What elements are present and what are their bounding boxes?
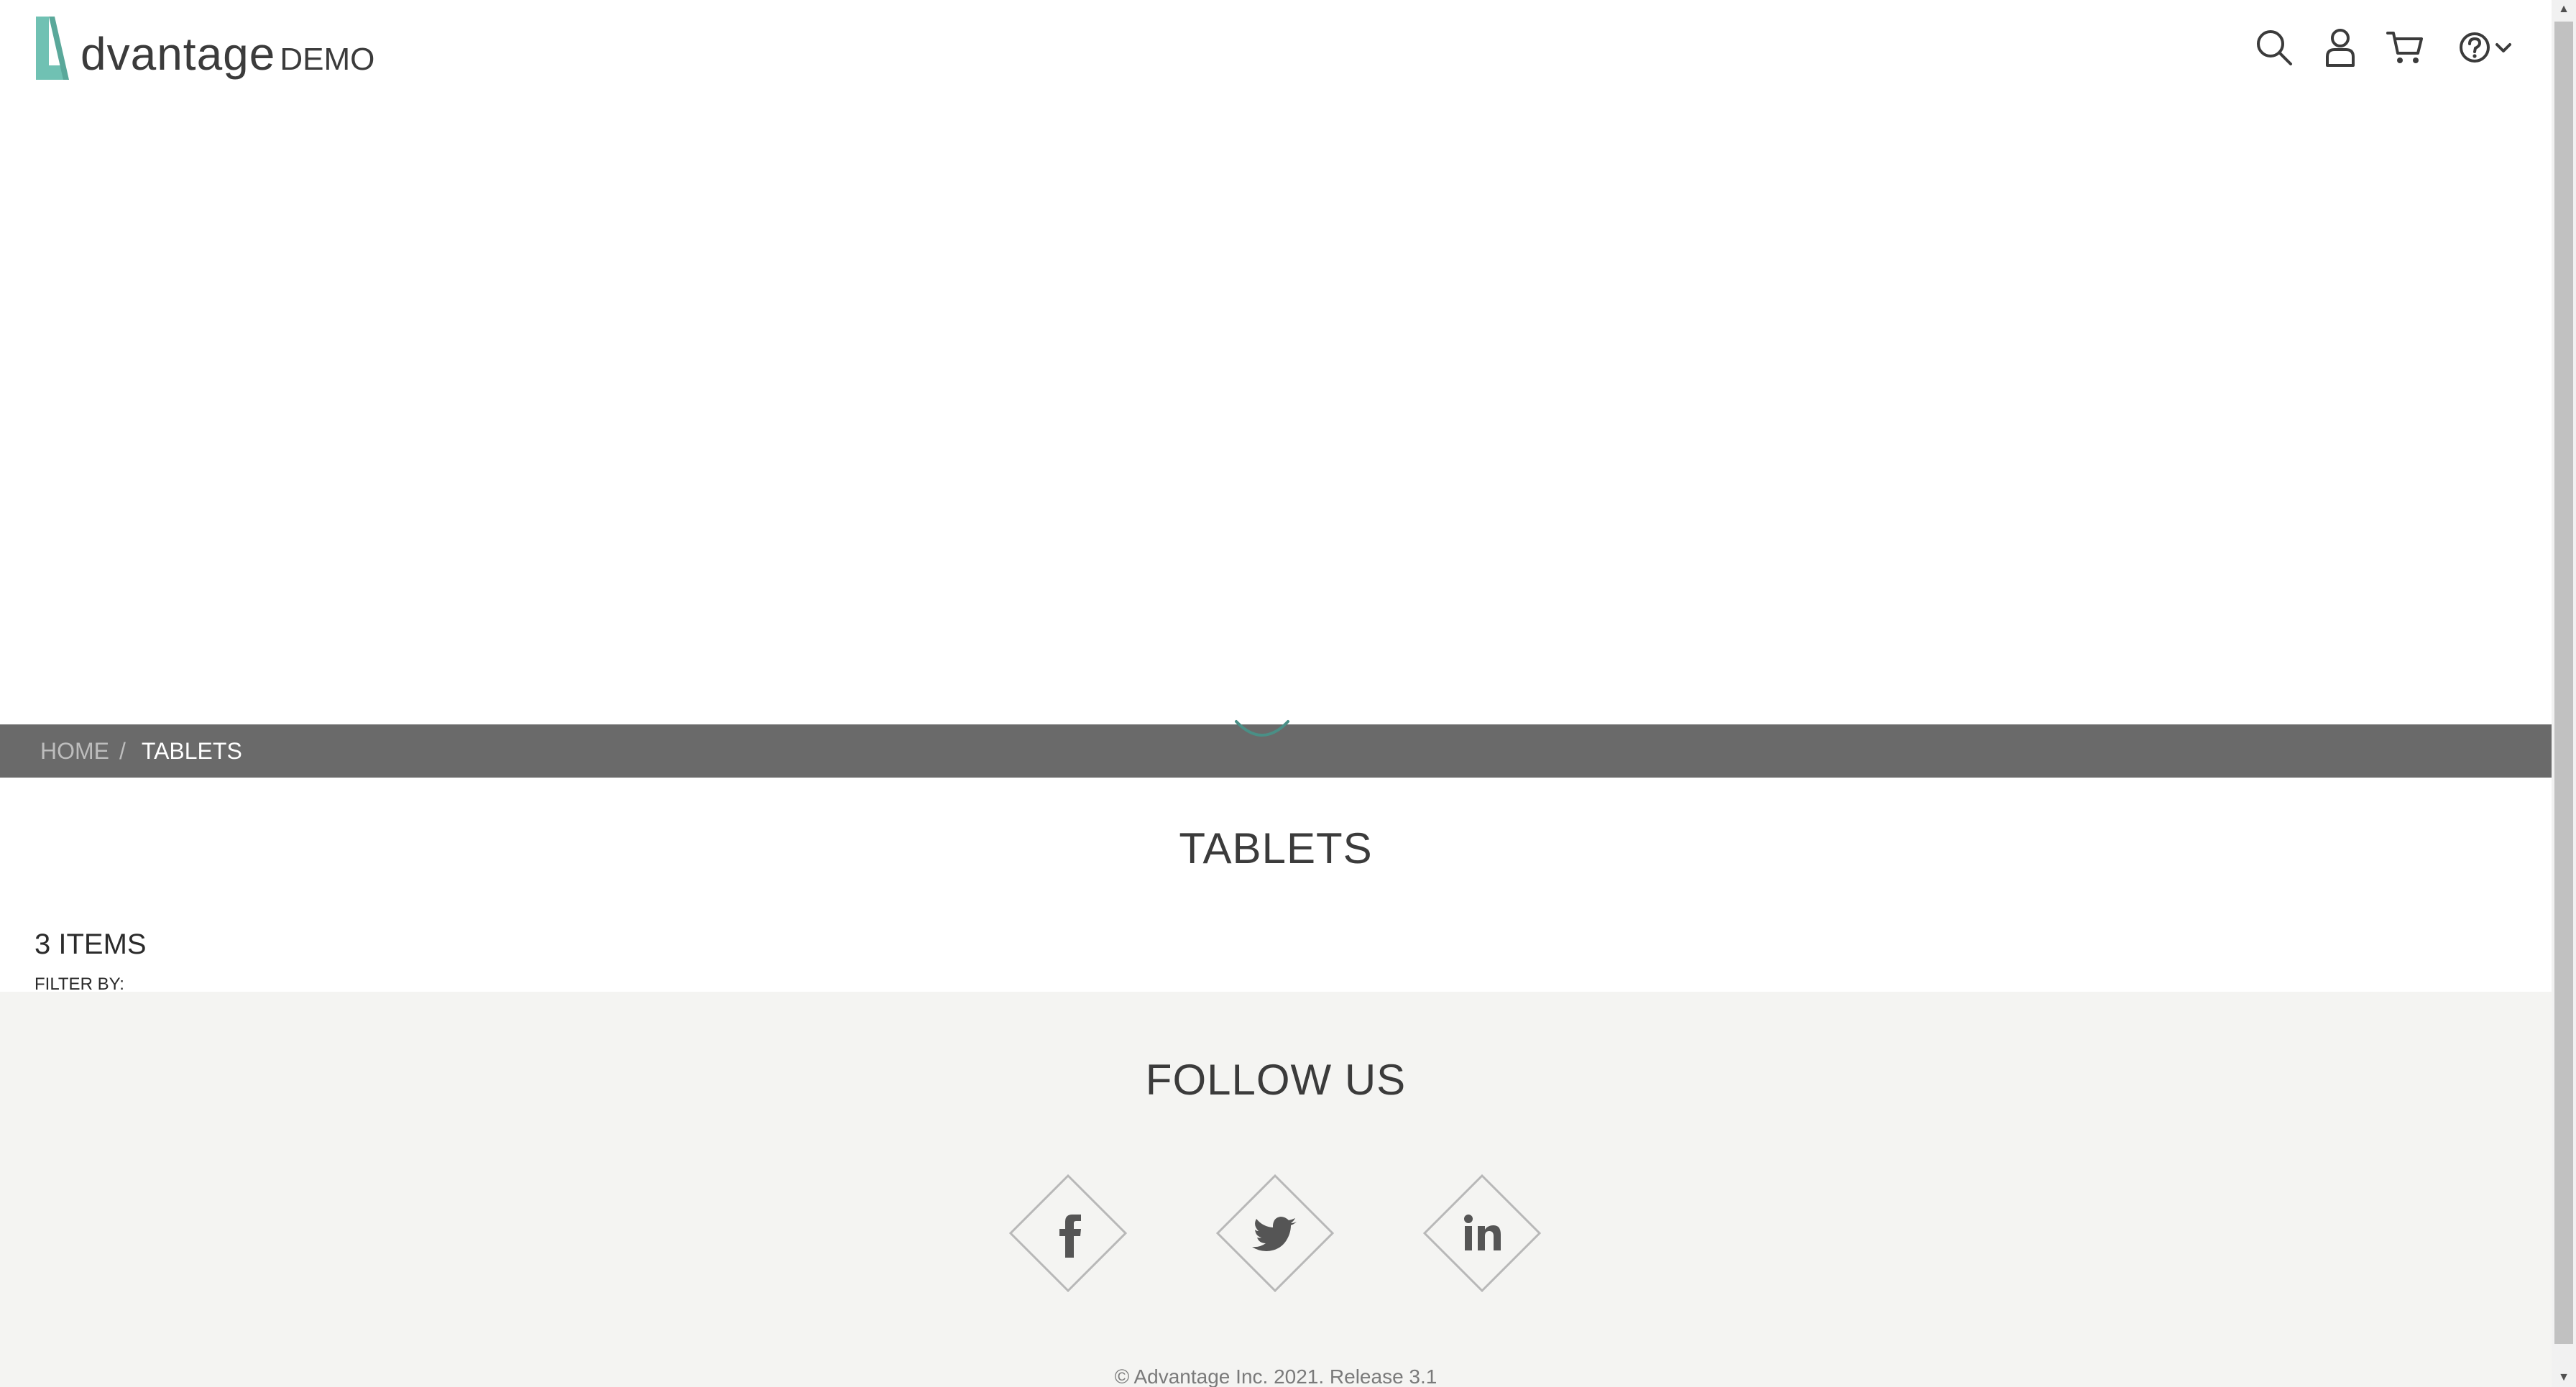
site-header: dvantage DEMO xyxy=(0,0,2552,93)
help-menu[interactable] xyxy=(2458,31,2513,64)
logo[interactable]: dvantage DEMO xyxy=(32,13,374,81)
breadcrumb: HOME / TABLETS xyxy=(40,724,242,778)
page: dvantage DEMO HOME / TABLETS TABLETS 3 I… xyxy=(0,0,2576,1387)
linkedin-link[interactable] xyxy=(1422,1174,1542,1293)
breadcrumb-current: TABLETS xyxy=(141,737,242,764)
help-icon xyxy=(2460,32,2490,63)
scroll-down-arrow-icon[interactable]: ▼ xyxy=(2552,1368,2576,1387)
header-nav xyxy=(2250,26,2513,69)
facebook-link[interactable] xyxy=(1008,1174,1128,1293)
logo-word: dvantage xyxy=(80,28,276,80)
breadcrumb-home-link[interactable]: HOME xyxy=(40,738,109,765)
cart-icon[interactable] xyxy=(2383,29,2426,66)
filter-by-label[interactable]: FILTER BY: xyxy=(34,974,124,992)
page-scrollbar[interactable]: ▲ ▼ xyxy=(2552,0,2576,1387)
loading-spinner-icon xyxy=(1235,720,1289,737)
twitter-icon xyxy=(1215,1174,1335,1293)
copyright-text: © Advantage Inc. 2021. Release 3.1 xyxy=(1114,1365,1438,1387)
chevron-down-icon xyxy=(2496,43,2511,52)
twitter-link[interactable] xyxy=(1215,1174,1335,1293)
follow-us-title: FOLLOW US xyxy=(1145,1056,1407,1104)
linkedin-icon xyxy=(1422,1174,1542,1293)
footer: FOLLOW US © Advantage Inc. 2021. Release… xyxy=(0,992,2552,1387)
user-icon[interactable] xyxy=(2319,28,2362,67)
breadcrumb-separator: / xyxy=(119,737,126,764)
logo-demo-label: DEMO xyxy=(280,42,375,77)
category-title: TABLETS xyxy=(1179,824,1373,872)
scrollbar-thumb[interactable] xyxy=(2554,22,2573,1344)
search-icon[interactable] xyxy=(2250,28,2299,67)
facebook-icon xyxy=(1008,1174,1128,1293)
logo-mark-icon xyxy=(36,17,69,80)
items-count: 3 ITEMS xyxy=(34,928,147,960)
scroll-up-arrow-icon[interactable]: ▲ xyxy=(2552,0,2576,19)
hero-area xyxy=(0,93,2552,724)
